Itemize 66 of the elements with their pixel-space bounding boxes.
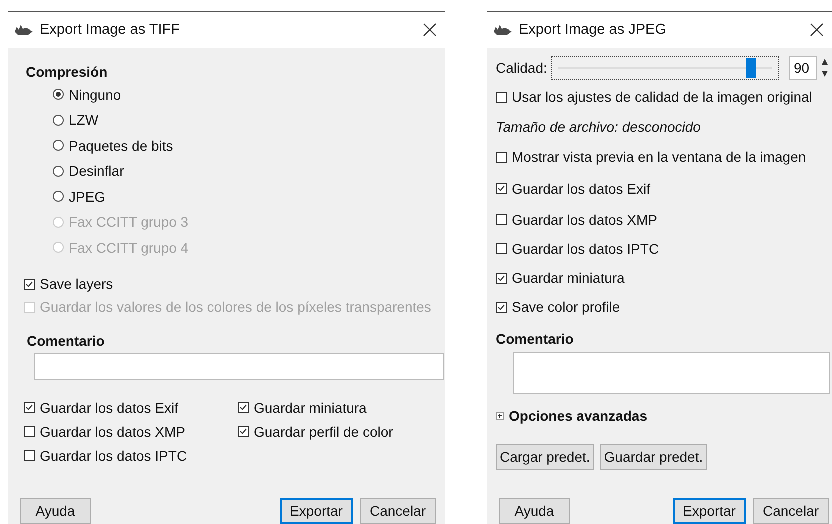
checkbox-label: Guardar miniatura [512,270,625,286]
close-icon[interactable] [423,23,437,37]
quality-label: Calidad: [496,60,548,76]
radio-label: LZW [69,112,99,128]
checkbox-label: Guardar los datos Exif [512,180,651,196]
quality-spinbox[interactable]: 90 [789,56,817,80]
radio-label: JPEG [69,188,106,205]
checkbox[interactable] [24,402,35,413]
radio-label: Ninguno [69,86,122,103]
checkbox[interactable] [496,214,507,225]
cancel-button[interactable]: Cancelar [360,498,436,524]
expander-icon[interactable] [496,412,504,420]
checkbox[interactable] [496,272,507,284]
save-defaults-button[interactable]: Guardar predet. [600,444,708,470]
window-title: Export Image as JPEG [519,22,668,38]
export-button[interactable]: Exportar [280,498,353,524]
close-icon[interactable] [810,23,824,37]
checkbox[interactable] [496,183,507,194]
logo-icon [14,23,34,37]
comment-field[interactable] [34,352,444,380]
radio-label: Fax CCITT grupo 4 [69,240,189,256]
checkbox-label: Save layers [40,276,114,292]
comment-field[interactable] [513,352,830,394]
checkbox[interactable] [496,92,507,102]
radio-button[interactable] [53,114,64,126]
radio-label: Desinflar [69,163,124,180]
checkbox[interactable] [24,426,35,437]
window-title: Export Image as TIFF [40,22,181,38]
checkbox-label: Guardar los datos XMP [512,212,658,228]
checkbox-label: Save color profile [512,299,620,315]
checkbox[interactable] [496,302,507,312]
section-heading: Compresión [26,64,108,80]
radio-label: Fax CCITT grupo 3 [69,214,189,230]
section-heading: Comentario [27,332,105,348]
checkbox-label: Mostrar vista previa en la ventana de la imagen [512,149,806,165]
logo-icon [493,23,513,37]
radio-button[interactable] [53,166,64,177]
checkbox-label: Usar los ajustes de calidad de la imagen original [512,89,812,105]
radio-label: Paquetes de bits [69,138,174,154]
help-button[interactable]: Ayuda [20,498,91,524]
checkbox[interactable] [24,278,35,290]
load-defaults-button[interactable]: Cargar predet. [496,444,594,470]
cancel-button[interactable]: Cancelar [752,498,829,524]
checkbox-label: Guardar perfil de color [254,424,394,440]
checkbox-label: Guardar los datos XMP [40,424,186,440]
checkbox-label: Guardar los datos IPTC [512,240,660,256]
radio-button[interactable] [53,89,64,100]
file-size-text: Tamaño de archivo: desconocido [496,119,701,135]
checkbox-label: Guardar los datos IPTC [40,448,188,464]
slider-thumb[interactable] [746,58,756,78]
checkbox[interactable] [496,152,507,162]
checkbox-label: Guardar miniatura [254,400,367,416]
help-button[interactable]: Ayuda [499,498,570,524]
radio-button[interactable] [53,191,64,202]
checkbox-label: Guardar los datos Exif [40,400,179,416]
checkbox-label: Guardar los valores de los colores de los píxeles transparentes [40,299,432,315]
section-heading: Comentario [496,331,574,347]
spin-arrows-icon[interactable] [821,57,829,79]
quality-slider[interactable] [551,56,779,80]
export-button[interactable]: Exportar [673,498,746,524]
checkbox[interactable] [496,243,507,254]
radio-button[interactable] [53,140,64,152]
checkbox[interactable] [24,450,35,461]
advanced-options-expander[interactable]: Opciones avanzadas [496,408,648,424]
checkbox[interactable] [238,426,249,437]
checkbox[interactable] [238,402,249,413]
